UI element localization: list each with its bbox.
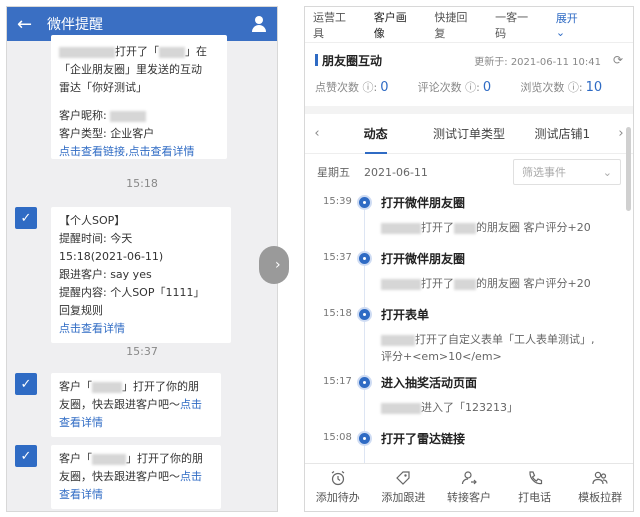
click-link[interactable]: 点击 [180,470,202,483]
message-time: 15:18 [126,177,158,190]
view-details-link[interactable]: 点击查看详情 [129,145,195,158]
info-icon: ⓘ [465,81,477,94]
moments-notify-message: ✓ 客户「 」打开了你的朋 友圈，快去跟进客户吧～点击 查看详情 [15,373,221,437]
customer-sidebar: 运营工具 客户画像 快捷回复 一客一码 展开 ⌄ 朋友圈互动 更新于: 2021… [304,6,634,512]
chat-title: 微伴提醒 [47,17,103,33]
section-title: 朋友圈互动 [322,53,383,68]
filter-row: 星期五 2021-06-11 筛选事件 ⌄ [305,154,633,190]
check-avatar-icon: ✓ [15,207,37,229]
bottom-actions: 添加待办 添加跟进 转接客户 打电话 模板拉群 [305,463,633,511]
stat-likes: 点赞次数 ⓘ: 0 [315,80,389,95]
tag-icon [396,471,410,485]
target-dot-icon [357,251,372,266]
add-todo-button[interactable]: 添加待办 [305,464,371,511]
view-details-link[interactable]: 查看详情 [59,414,213,432]
target-dot-icon [357,431,372,446]
call-button[interactable]: 打电话 [502,464,568,511]
timeline-event: 15:39 打开微伴朋友圈 打开了 的朋友圈 客户评分+20 [323,195,591,234]
chevron-down-icon: ⌄ [555,26,566,39]
tab-order-type[interactable]: 测试订单类型 [422,125,515,142]
tab-one-code[interactable]: 一客一码 [495,9,535,41]
timeline-event: 15:37 打开微伴朋友圈 打开了 的朋友圈 客户评分+20 [323,251,591,290]
notify-bubble: 客户「 」打开了你的朋 友圈，快去跟进客户吧～点击 查看详情 [51,373,221,437]
template-group-button[interactable]: 模板拉群 [567,464,633,511]
sop-details-link[interactable]: 点击查看详情 [59,320,223,338]
message-time: 15:37 [126,345,158,358]
collapse-handle-icon[interactable]: › [259,246,289,284]
info-icon: ⓘ [567,81,579,94]
tab-quick-reply[interactable]: 快捷回复 [434,9,474,41]
refresh-icon[interactable]: ⟳ [613,53,623,67]
expand-button[interactable]: 展开 ⌄ [556,10,625,39]
chevron-down-icon: ⌄ [602,165,612,179]
target-dot-icon [357,307,372,322]
weekday: 星期五 [317,166,350,179]
chat-panel: ← 微伴提醒 打开了「 」在 「企业朋友圈」里发送的互动 雷达「你好测试」 客户昵… [6,6,278,512]
tab-shop[interactable]: 测试店铺1 [516,125,609,142]
add-followup-button[interactable]: 添加跟进 [371,464,437,511]
timeline-event: 15:18 打开表单 打开了自定义表单「工人表单测试」, 评分+<em>10</e… [323,307,595,363]
transfer-customer-button[interactable]: 转接客户 [436,464,502,511]
radar-message: 打开了「 」在 「企业朋友圈」里发送的互动 雷达「你好测试」 客户昵称: 客户类型… [15,35,227,159]
filter-select[interactable]: 筛选事件 ⌄ [513,159,621,185]
section-header: 朋友圈互动 更新于: 2021-06-11 10:41 ⟳ [305,46,633,74]
tab-activity[interactable]: 动态 [329,125,422,154]
stat-views: 浏览次数 ⓘ: 10 [520,80,603,95]
check-avatar-icon: ✓ [15,373,37,395]
chevron-left-icon[interactable]: ‹ [305,126,329,141]
target-dot-icon [357,195,372,210]
user-icon[interactable] [251,16,267,32]
sop-message: ✓ 【个人SOP】 提醒时间: 今天 15:18(2021-06-11) 跟进客… [15,207,231,343]
top-tabs: 运营工具 客户画像 快捷回复 一客一码 展开 ⌄ [305,7,633,43]
view-details-link[interactable]: 查看详情 [59,486,213,504]
click-link[interactable]: 点击 [180,398,202,411]
sop-message-bubble: 【个人SOP】 提醒时间: 今天 15:18(2021-06-11) 跟进客户:… [51,207,231,343]
phone-icon [528,471,542,485]
back-arrow-icon[interactable]: ← [17,14,41,35]
divider [305,106,633,114]
tab-ops-tools[interactable]: 运营工具 [313,9,353,41]
date: 2021-06-11 [364,165,428,179]
activity-tabs: ‹ 动态 测试订单类型 测试店铺1 › [305,114,633,154]
stat-comments: 评论次数 ⓘ: 0 [417,80,492,95]
user-transfer-icon [461,471,477,485]
interaction-stats: 点赞次数 ⓘ: 0 评论次数 ⓘ: 0 浏览次数 ⓘ: 10 [305,74,633,100]
moments-notify-message: ✓ 客户「 」打开了你的朋 友圈，快去跟进客户吧～点击 查看详情 [15,445,221,509]
view-link[interactable]: 点击查看链接 [59,145,125,158]
scrollbar[interactable] [626,127,631,211]
check-avatar-icon: ✓ [15,445,37,467]
updated-time: 更新于: 2021-06-11 10:41 [474,56,601,68]
timeline-event: 15:17 进入抽奖活动页面 进入了「123213」 [323,375,518,414]
alarm-clock-icon [331,471,345,486]
activity-timeline: 15:39 打开微伴朋友圈 打开了 的朋友圈 客户评分+20 15:37 打开微伴… [305,190,633,476]
notify-bubble: 客户「 」打开了你的朋 友圈，快去跟进客户吧～点击 查看详情 [51,445,221,509]
radar-message-bubble: 打开了「 」在 「企业朋友圈」里发送的互动 雷达「你好测试」 客户昵称: 客户类型… [51,35,227,159]
tab-customer-profile[interactable]: 客户画像 [374,9,414,41]
target-dot-icon [357,375,372,390]
section-marker [315,54,318,66]
group-icon [592,471,608,485]
info-icon: ⓘ [362,81,374,94]
